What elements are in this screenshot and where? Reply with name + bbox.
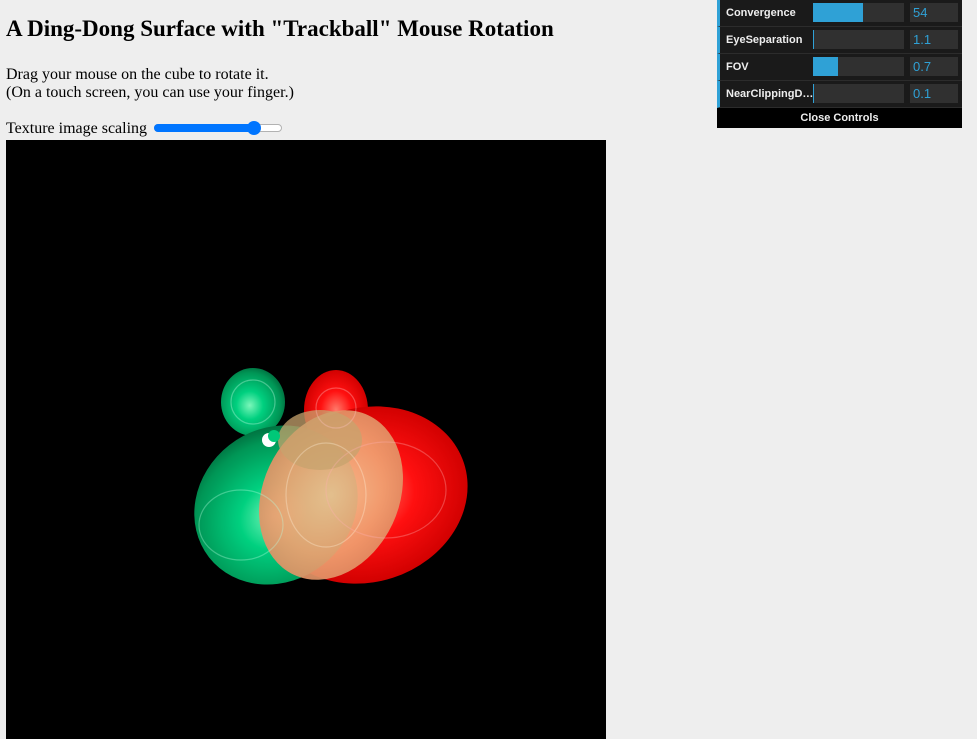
control-value-input[interactable]: 1.1 [910,30,958,49]
control-label: Convergence [726,7,796,19]
texture-scaling-label: Texture image scaling [6,120,148,137]
control-row-eyeseparation: EyeSeparation 1.1 [717,27,962,54]
control-slider[interactable] [813,84,904,103]
control-label: EyeSeparation [726,34,803,46]
control-row-fov: FOV 0.7 [717,54,962,81]
ding-dong-surface-render [194,368,468,585]
control-row-nearclippingdis: NearClippingDis... 0.1 [717,81,962,108]
texture-scaling-slider[interactable] [154,120,283,138]
control-label: NearClippingDis... [726,88,814,100]
control-value-input[interactable]: 0.7 [910,57,958,76]
highlight-shadow [268,430,280,442]
control-slider-fill [813,57,838,76]
control-slider-fill [813,84,814,103]
instructions: Drag your mouse on the cube to rotate it… [6,66,294,102]
control-slider-fill [813,3,863,22]
control-label: FOV [726,61,749,73]
controls-list: Convergence 54 EyeSeparation 1.1 FOV 0.7 NearC… [717,0,962,108]
close-controls-button[interactable]: Close Controls [717,108,962,128]
control-slider-fill [813,30,814,49]
control-slider[interactable] [813,30,904,49]
control-value-input[interactable]: 54 [910,3,958,22]
slider-fill [154,124,255,132]
control-slider[interactable] [813,57,904,76]
control-row-convergence: Convergence 54 [717,0,962,27]
control-slider[interactable] [813,3,904,22]
webgl-canvas[interactable] [6,140,606,739]
instructions-line-2: (On a touch screen, you can use your fin… [6,84,294,101]
slider-thumb[interactable] [247,121,262,135]
instructions-line-1: Drag your mouse on the cube to rotate it… [6,66,269,83]
page-title: A Ding-Dong Surface with "Trackball" Mou… [6,16,554,41]
texture-scaling-row: Texture image scaling [6,120,283,138]
control-value-input[interactable]: 0.1 [910,84,958,103]
controls-panel: Convergence 54 EyeSeparation 1.1 FOV 0.7 NearC… [717,0,962,128]
